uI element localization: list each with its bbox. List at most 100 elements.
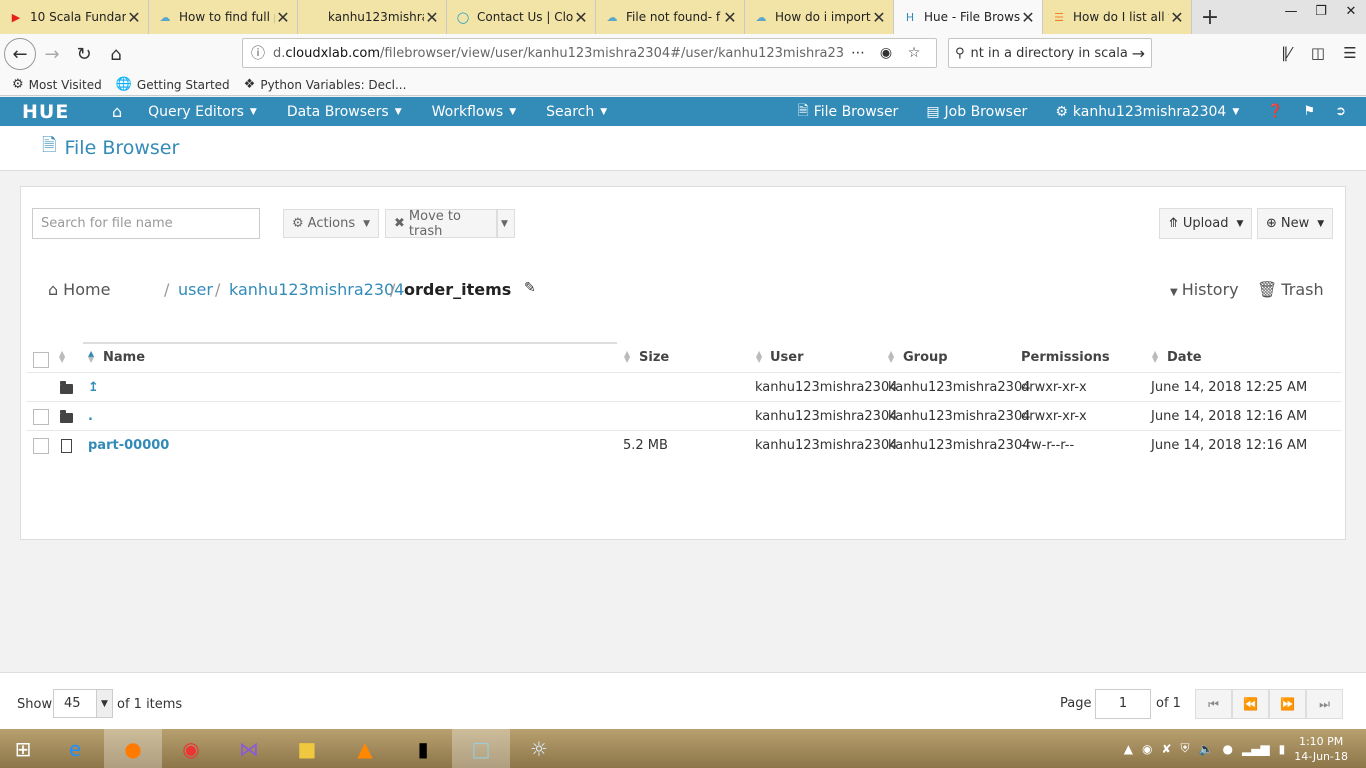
info-icon[interactable]: ⓘ xyxy=(251,43,273,63)
hue-logo[interactable]: HUE xyxy=(22,101,82,123)
chrome-icon[interactable]: ◉ xyxy=(162,729,220,768)
row-checkbox[interactable] xyxy=(33,409,49,425)
column-permissions[interactable]: Permissions xyxy=(1021,350,1110,365)
sort-icon[interactable]: ▲ ▼ xyxy=(59,350,65,364)
new-button[interactable]: ⊕ New ▼ xyxy=(1257,208,1334,239)
forward-button[interactable]: → xyxy=(36,38,68,70)
paint-icon[interactable]: ☼ xyxy=(510,729,568,768)
battery-icon[interactable]: ▮ xyxy=(1279,742,1286,756)
close-tab-icon[interactable]: ✕ xyxy=(722,8,738,27)
windows-start-icon[interactable]: ⊞ xyxy=(0,729,46,768)
prev-page-button[interactable]: ⏪ xyxy=(1232,689,1269,719)
home-icon[interactable]: ⌂ xyxy=(112,102,122,121)
column-name[interactable]: Name xyxy=(103,350,145,365)
sort-icon[interactable]: ▲ ▼ xyxy=(756,350,762,364)
page-actions-icon[interactable]: ⋯ xyxy=(844,45,872,61)
move-to-trash-button[interactable]: ✖ Move to trash xyxy=(385,209,497,239)
close-window-icon[interactable]: ✕ xyxy=(1336,0,1366,22)
breadcrumb-account[interactable]: kanhu123mishra2304 xyxy=(229,280,404,299)
system-clock[interactable]: 1:10 PM 14-Jun-18 xyxy=(1294,734,1348,764)
sign-out-icon[interactable]: ➲ xyxy=(1335,104,1346,119)
close-tab-icon[interactable]: ✕ xyxy=(424,8,440,27)
pencil-icon[interactable]: ✎ xyxy=(524,280,536,296)
network-icon[interactable]: ◉ xyxy=(1142,742,1152,756)
column-user[interactable]: User xyxy=(770,350,804,365)
ie-icon[interactable]: e xyxy=(46,729,104,768)
nav-data-browsers[interactable]: Data Browsers ▼ xyxy=(287,104,402,120)
browser-tab[interactable]: ☁ File not found- f ✕ xyxy=(596,0,745,34)
close-tab-icon[interactable]: ✕ xyxy=(275,8,291,27)
security-icon[interactable]: ✘ xyxy=(1161,742,1171,756)
library-icon[interactable]: ∥⁄ xyxy=(1270,38,1302,68)
upload-button[interactable]: ⤊ Upload ▼ xyxy=(1159,208,1253,239)
file-explorer-icon[interactable]: ■ xyxy=(278,729,336,768)
bookmark-star-icon[interactable]: ☆ xyxy=(900,45,928,61)
last-page-button[interactable]: ⏭ xyxy=(1306,689,1343,719)
nav-user-menu[interactable]: ⚙ kanhu123mishra2304 ▼ xyxy=(1055,104,1239,120)
browser-tab[interactable]: H Hue - File Brows ✕ xyxy=(894,0,1043,34)
home-button[interactable]: ⌂ xyxy=(100,38,132,70)
close-tab-icon[interactable]: ✕ xyxy=(1020,8,1036,27)
breadcrumb-user[interactable]: user xyxy=(178,280,213,299)
sidebar-icon[interactable]: ◫ xyxy=(1302,38,1334,68)
nav-search[interactable]: Search ▼ xyxy=(546,104,607,120)
sort-icon[interactable]: ▲ ▼ xyxy=(1152,350,1158,364)
column-date[interactable]: Date xyxy=(1167,350,1202,365)
signal-icon[interactable]: ▂▄▆ xyxy=(1242,742,1270,756)
close-tab-icon[interactable]: ✕ xyxy=(573,8,589,27)
first-page-button[interactable]: ⏮ xyxy=(1195,689,1232,719)
vlc-icon[interactable]: ▲ xyxy=(336,729,394,768)
search-file-input[interactable] xyxy=(32,208,260,239)
select-all-checkbox[interactable] xyxy=(33,352,49,368)
browser-tab[interactable]: ☁ How to find full p ✕ xyxy=(149,0,298,34)
sort-icon[interactable]: ▲ ▼ xyxy=(624,350,630,364)
bookmark-most-visited[interactable]: ⚙ Most Visited xyxy=(12,77,102,92)
firefox-icon[interactable]: ● xyxy=(104,729,162,768)
close-tab-icon[interactable]: ✕ xyxy=(1169,8,1185,27)
file-name-link[interactable]: ↥ xyxy=(88,380,99,395)
nav-file-browser[interactable]: 🗎 File Browser xyxy=(797,100,898,124)
page-size-select[interactable]: 45 ▼ xyxy=(53,689,113,718)
notepad-icon[interactable]: □ xyxy=(452,729,510,768)
help-icon[interactable]: ❓ xyxy=(1267,104,1283,119)
shield-icon[interactable]: ⛨ xyxy=(1181,741,1190,756)
restore-icon[interactable]: ❐ xyxy=(1306,0,1336,22)
nav-workflows[interactable]: Workflows ▼ xyxy=(432,104,517,120)
browser-tab[interactable]: ◯ Contact Us | Clo ✕ xyxy=(447,0,596,34)
go-arrow-icon[interactable]: → xyxy=(1132,44,1145,63)
bookmark-python-variables[interactable]: ❖ Python Variables: Decl... xyxy=(244,77,407,92)
reload-button[interactable]: ↻ xyxy=(68,38,100,70)
visual-studio-icon[interactable]: ⋈ xyxy=(220,729,278,768)
back-button[interactable]: ← xyxy=(4,38,36,70)
minimize-icon[interactable]: — xyxy=(1276,0,1306,22)
flag-icon[interactable]: ⚑ xyxy=(1303,104,1315,119)
sort-asc-icon[interactable]: ▲ ▼ xyxy=(88,350,94,364)
sort-icon[interactable]: ▲ ▼ xyxy=(888,350,894,364)
file-name-link[interactable]: part-00000 xyxy=(88,438,169,453)
search-bar[interactable]: ⚲ nt in a directory in scala → xyxy=(948,38,1152,68)
tray-up-icon[interactable]: ▲ xyxy=(1124,742,1133,756)
browser-tab[interactable]: ☰ How do I list all f ✕ xyxy=(1043,0,1192,34)
new-tab-button[interactable]: + xyxy=(1192,0,1228,34)
trash-options-button[interactable]: ▼ xyxy=(497,209,515,238)
cmd-icon[interactable]: ▮ xyxy=(394,729,452,768)
file-name-link[interactable]: . xyxy=(88,409,93,424)
breadcrumb-home[interactable]: ⌂ Home xyxy=(48,280,110,299)
pocket-icon[interactable]: ◉ xyxy=(872,45,900,61)
nav-query-editors[interactable]: Query Editors ▼ xyxy=(148,104,257,120)
actions-button[interactable]: ⚙ Actions ▼ xyxy=(283,209,380,238)
browser-tab[interactable]: kanhu123mishra2304✕ xyxy=(298,0,447,34)
globe-icon[interactable]: ● xyxy=(1222,742,1232,756)
url-bar[interactable]: ⓘ d.cloudxlab.com/filebrowser/view/user/… xyxy=(242,38,937,68)
close-tab-icon[interactable]: ✕ xyxy=(871,8,887,27)
page-input[interactable]: 1 xyxy=(1095,689,1151,719)
browser-tab[interactable]: ▶ 10 Scala Fundam ✕ xyxy=(0,0,149,34)
menu-icon[interactable]: ☰ xyxy=(1334,38,1366,68)
next-page-button[interactable]: ⏩ xyxy=(1269,689,1306,719)
history-link[interactable]: ▼ History xyxy=(1170,280,1239,299)
row-checkbox[interactable] xyxy=(33,438,49,454)
volume-icon[interactable]: 🔈 xyxy=(1199,742,1214,756)
close-tab-icon[interactable]: ✕ xyxy=(126,8,142,27)
bookmark-getting-started[interactable]: 🌐 Getting Started xyxy=(116,77,230,92)
nav-job-browser[interactable]: ▤ Job Browser xyxy=(926,104,1027,120)
